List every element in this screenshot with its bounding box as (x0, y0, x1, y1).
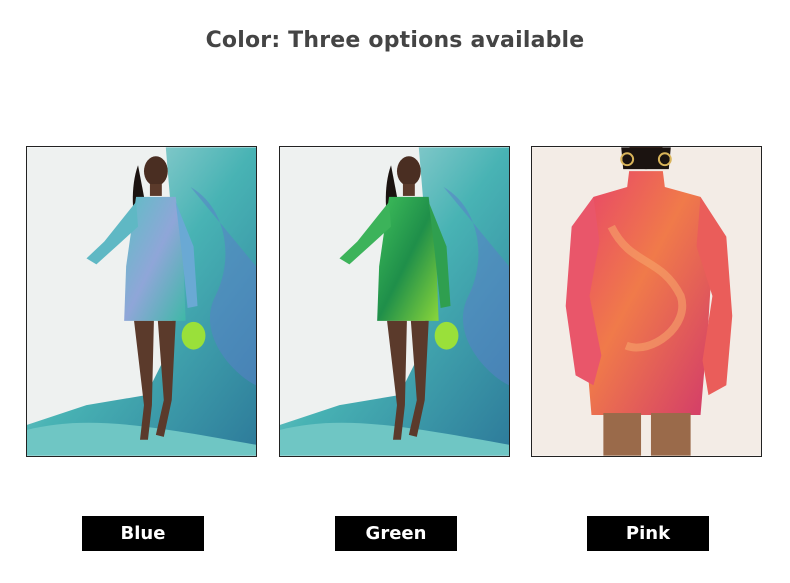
color-option-pink-image[interactable] (531, 146, 762, 457)
color-option-blue-button[interactable]: Blue (82, 516, 204, 551)
model-photo-blue (27, 147, 256, 456)
color-option-pink-button[interactable]: Pink (587, 516, 709, 551)
color-option-blue-image[interactable] (26, 146, 257, 457)
model-photo-pink (532, 147, 761, 456)
color-option-green-image[interactable] (279, 146, 510, 457)
color-option-green-button[interactable]: Green (335, 516, 457, 551)
model-photo-green (280, 147, 509, 456)
page-title: Color: Three options available (205, 28, 585, 53)
